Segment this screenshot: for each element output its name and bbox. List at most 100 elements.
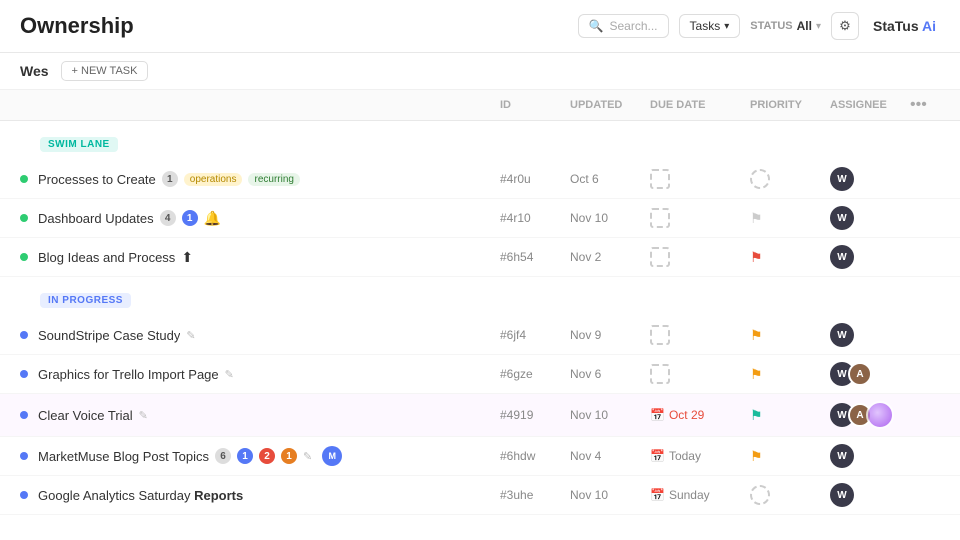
task-priority: ⚑	[750, 327, 830, 344]
calendar-icon: 📅	[650, 488, 665, 502]
swim-lane-section: SWIM LANE Processes to Create 1 operatio…	[0, 129, 960, 277]
task-priority: ⚑	[750, 448, 830, 465]
col-updated: UPDATED	[570, 99, 650, 111]
task-id: #3uhe	[500, 488, 570, 502]
table-row[interactable]: Dashboard Updates 4 1 🔔 #4r10 Nov 10 ⚑ W	[0, 199, 960, 238]
more-options-icon[interactable]: •••	[910, 96, 927, 113]
calendar-icon: 📅	[650, 408, 665, 422]
edit-icon[interactable]: ✎	[303, 450, 312, 463]
task-name-cell: Dashboard Updates 4 1 🔔	[38, 210, 500, 227]
task-updated: Nov 9	[570, 328, 650, 342]
task-updated: Nov 2	[570, 250, 650, 264]
in-progress-section: IN PROGRESS SoundStripe Case Study ✎ #6j…	[0, 285, 960, 515]
sub-header: Wes + NEW TASK	[0, 53, 960, 90]
task-name: Dashboard Updates	[38, 211, 154, 226]
task-duedate: 📅 Today	[650, 449, 750, 463]
status-filter: STATUS All ▾	[750, 19, 821, 33]
task-name-cell: SoundStripe Case Study ✎	[38, 328, 500, 343]
priority-empty-icon	[750, 485, 770, 505]
task-assignee: W A	[830, 362, 910, 386]
task-duedate: 📅 Sunday	[650, 488, 750, 502]
task-assignee: W	[830, 167, 910, 191]
status-ai-badge: StaTus Ai	[869, 18, 940, 34]
table-row[interactable]: Graphics for Trello Import Page ✎ #6gze …	[0, 355, 960, 394]
task-duedate	[650, 169, 750, 189]
priority-flag-icon: ⚑	[750, 210, 763, 227]
task-name: Processes to Create	[38, 172, 156, 187]
swim-lane-label: SWIM LANE	[40, 137, 118, 152]
col-assignee: ASSIGNEE	[830, 99, 910, 111]
task-name-cell: MarketMuse Blog Post Topics 6 1 2 1 ✎ M	[38, 446, 500, 466]
table-row[interactable]: Google Analytics Saturday Reports #3uhe …	[0, 476, 960, 515]
task-duedate	[650, 364, 750, 384]
edit-icon[interactable]: ✎	[139, 409, 148, 422]
task-name-cell: Google Analytics Saturday Reports	[38, 488, 500, 503]
dashed-calendar-icon	[650, 169, 670, 189]
task-assignee: W A	[830, 401, 910, 429]
tag-operations: operations	[184, 173, 243, 186]
search-placeholder: Search...	[609, 19, 657, 33]
task-id: #6h54	[500, 250, 570, 264]
count-badge-gray: 4	[160, 210, 176, 226]
search-box[interactable]: 🔍 Search...	[578, 14, 669, 38]
user-label: Wes	[20, 63, 49, 79]
edit-icon[interactable]: ✎	[225, 368, 234, 381]
avatar: A	[848, 362, 872, 386]
task-priority	[750, 485, 830, 505]
priority-flag-icon: ⚑	[750, 448, 763, 465]
task-priority: ⚑	[750, 210, 830, 227]
task-duedate	[650, 247, 750, 267]
task-assignee: W	[830, 444, 910, 468]
header-controls: 🔍 Search... Tasks ▾ STATUS All ▾ ⚙ StaTu…	[578, 12, 940, 40]
task-duedate	[650, 325, 750, 345]
chevron-down-icon: ▾	[816, 21, 821, 32]
avatar-blob	[866, 401, 894, 429]
count-badge: 1	[162, 171, 178, 187]
page-title: Ownership	[20, 13, 134, 39]
table-row[interactable]: Clear Voice Trial ✎ #4919 Nov 10 📅 Oct 2…	[0, 394, 960, 437]
count-badge-3: 1	[281, 448, 297, 464]
avatar: W	[830, 444, 854, 468]
in-progress-label: IN PROGRESS	[40, 293, 131, 308]
edit-icon[interactable]: ✎	[186, 329, 195, 342]
task-updated: Nov 10	[570, 211, 650, 225]
avatar: W	[830, 167, 854, 191]
status-dot	[20, 491, 28, 499]
priority-flag-icon: ⚑	[750, 327, 763, 344]
task-assignee: W	[830, 483, 910, 507]
dashed-calendar-icon	[650, 364, 670, 384]
task-assignee: W	[830, 323, 910, 347]
task-name-cell: Blog Ideas and Process ⬆	[38, 249, 500, 266]
calendar-icon: 📅	[650, 449, 665, 463]
notification-icon: 🔔	[204, 210, 221, 227]
task-updated: Oct 6	[570, 172, 650, 186]
filter-icon: ⚙	[839, 18, 851, 34]
task-name: Blog Ideas and Process	[38, 250, 175, 265]
table-row[interactable]: MarketMuse Blog Post Topics 6 1 2 1 ✎ M …	[0, 437, 960, 476]
table-header: ID UPDATED DUE DATE PRIORITY ASSIGNEE ••…	[0, 90, 960, 121]
task-updated: Nov 4	[570, 449, 650, 463]
tasks-dropdown[interactable]: Tasks ▾	[679, 14, 741, 38]
tag-recurring: recurring	[248, 173, 299, 186]
status-dot	[20, 370, 28, 378]
task-id: #6gze	[500, 367, 570, 381]
table-row[interactable]: Blog Ideas and Process ⬆ #6h54 Nov 2 ⚑ W	[0, 238, 960, 277]
task-name-cell: Graphics for Trello Import Page ✎	[38, 367, 500, 382]
col-duedate: DUE DATE	[650, 99, 750, 111]
filter-button[interactable]: ⚙	[831, 12, 859, 40]
table-row[interactable]: Processes to Create 1 operations recurri…	[0, 160, 960, 199]
task-name: Clear Voice Trial	[38, 408, 133, 423]
status-dot	[20, 411, 28, 419]
due-date-value: Sunday	[669, 488, 710, 502]
table-row[interactable]: SoundStripe Case Study ✎ #6jf4 Nov 9 ⚑ W	[0, 316, 960, 355]
count-badge: 6	[215, 448, 231, 464]
new-task-button[interactable]: + NEW TASK	[61, 61, 149, 81]
priority-flag-icon: ⚑	[750, 407, 763, 424]
col-more: •••	[910, 96, 940, 114]
task-duedate	[650, 208, 750, 228]
priority-flag-icon: ⚑	[750, 366, 763, 383]
share-icon: ⬆	[181, 249, 193, 266]
status-dot	[20, 214, 28, 222]
task-name: Google Analytics Saturday Reports	[38, 488, 243, 503]
count-badge-1: 1	[237, 448, 253, 464]
